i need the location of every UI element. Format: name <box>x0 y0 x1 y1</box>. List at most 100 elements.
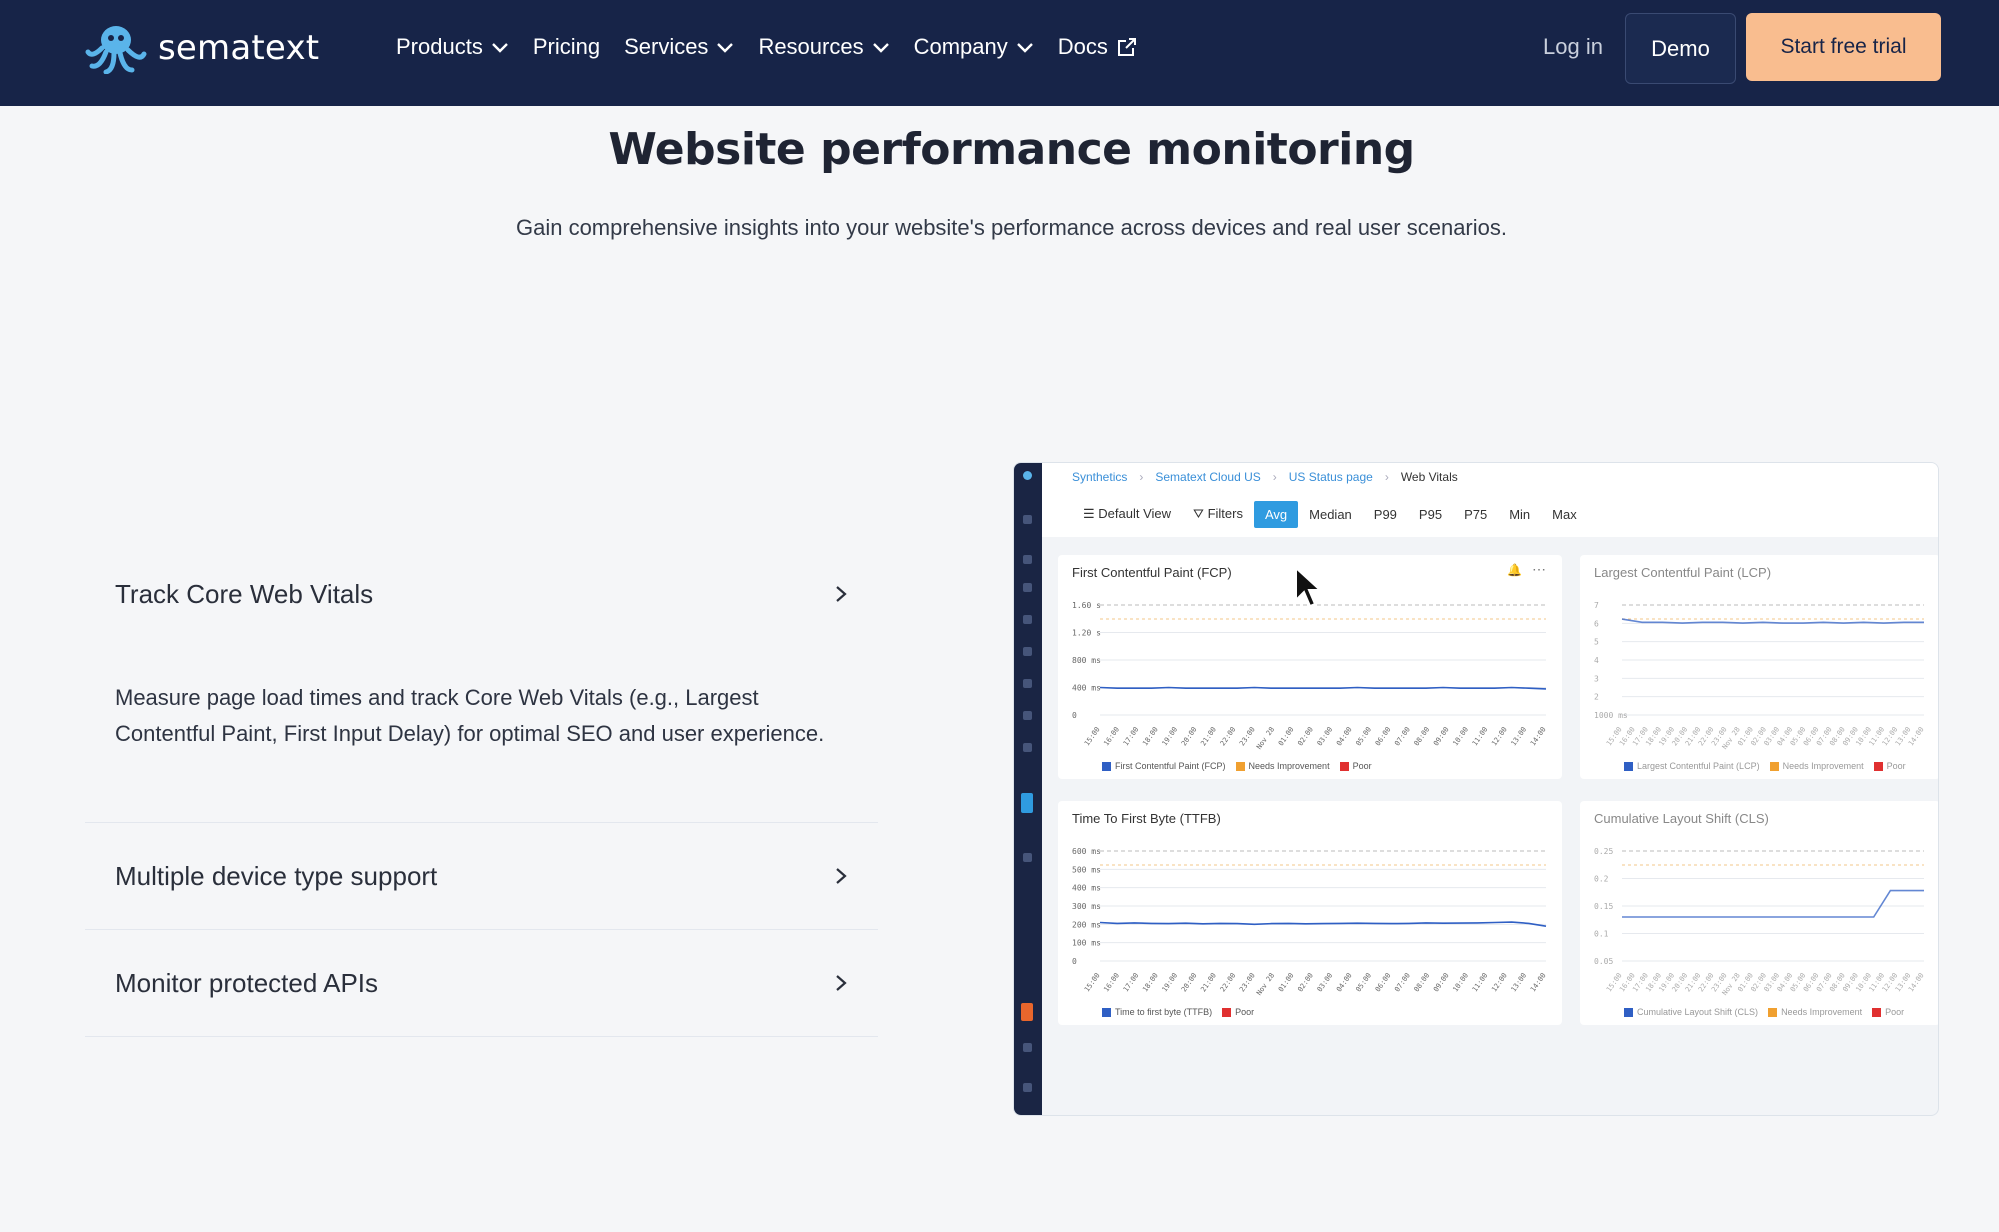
x-tick-label: 09:00 <box>1432 726 1451 748</box>
breadcrumb-separator: › <box>1384 470 1389 484</box>
breadcrumb-item[interactable]: US Status page <box>1289 470 1373 484</box>
legend-item[interactable]: Poor <box>1222 1007 1254 1017</box>
section-subtitle: Gain comprehensive insights into your we… <box>515 215 1507 240</box>
app-breadcrumb: Synthetics › Sematext Cloud US › US Stat… <box>1042 463 1938 491</box>
accordion-header[interactable]: Monitor protected APIs <box>85 930 878 1036</box>
legend-item[interactable]: Poor <box>1872 1007 1904 1017</box>
chart-lcp: 7654321000 ms15:0016:0017:0018:0019:0020… <box>1594 601 1926 751</box>
y-tick-label: 800 ms <box>1072 656 1101 665</box>
legend-item[interactable]: Time to first byte (TTFB) <box>1102 1007 1212 1017</box>
x-tick-label: 11:00 <box>1471 972 1490 994</box>
brand-logo[interactable]: sematext <box>84 22 319 74</box>
y-tick-label: 2 <box>1594 693 1599 702</box>
chart-legend: Cumulative Layout Shift (CLS) Needs Impr… <box>1624 1007 1904 1017</box>
agg-p75-tab[interactable]: P75 <box>1453 501 1498 528</box>
legend-item[interactable]: First Contentful Paint (FCP) <box>1102 761 1226 771</box>
nav-services[interactable]: Services <box>624 34 734 60</box>
legend-item[interactable]: Poor <box>1339 761 1372 771</box>
accordion-header[interactable]: Multiple device type support <box>85 823 878 929</box>
breadcrumb-item[interactable]: Synthetics <box>1072 470 1127 484</box>
nav-menu: Products Pricing Services Resources Comp… <box>396 34 1162 60</box>
x-tick-label: 03:00 <box>1316 726 1335 748</box>
nav-pricing[interactable]: Pricing <box>533 34 600 60</box>
x-tick-label: 16:00 <box>1102 972 1121 994</box>
x-tick-label: 21:00 <box>1199 972 1218 994</box>
start-free-trial-button[interactable]: Start free trial <box>1746 13 1941 81</box>
login-link[interactable]: Log in <box>1543 34 1603 60</box>
nav-products[interactable]: Products <box>396 34 509 60</box>
x-tick-label: 21:00 <box>1199 726 1218 748</box>
nav-services-label: Services <box>624 34 709 59</box>
sidebar-icon <box>1023 583 1032 592</box>
agg-p99-tab[interactable]: P99 <box>1363 501 1408 528</box>
x-tick-label: 08:00 <box>1413 726 1432 748</box>
x-tick-label: 03:00 <box>1316 972 1335 994</box>
legend-label: Poor <box>1235 1007 1255 1017</box>
y-tick-label: 0 <box>1072 957 1077 966</box>
default-view-button[interactable]: ☰ Default View <box>1072 500 1182 528</box>
nav-company[interactable]: Company <box>914 34 1034 60</box>
chevron-down-icon <box>872 43 889 53</box>
x-tick-label: 02:00 <box>1296 972 1315 994</box>
chart-ttfb: 600 ms 500 ms 400 ms 300 ms 200 ms 100 ms 0 15:… <box>1072 847 1548 997</box>
sidebar-alert-icon <box>1021 1003 1033 1021</box>
accordion-body: Measure page load times and track Core W… <box>115 685 825 746</box>
legend-label: Cumulative Layout Shift (CLS) <box>1637 1007 1759 1017</box>
y-tick-label: 0.1 <box>1594 930 1609 939</box>
breadcrumb-separator: › <box>1272 470 1277 484</box>
sidebar-icon <box>1023 555 1032 564</box>
y-tick-label: 100 ms <box>1072 939 1101 948</box>
chart-panel-cls: Cumulative Layout Shift (CLS) 0.25 0.2 0.1… <box>1580 801 1938 1025</box>
agg-avg-tab[interactable]: Avg <box>1253 500 1299 528</box>
x-tick-label: 12:00 <box>1490 726 1509 748</box>
sidebar-icon <box>1023 743 1032 752</box>
legend-item[interactable]: Poor <box>1873 761 1906 771</box>
octopus-logo-icon <box>85 26 147 74</box>
nav-docs[interactable]: Docs <box>1058 34 1138 60</box>
nav-resources[interactable]: Resources <box>758 34 889 60</box>
y-tick-label: 0.05 <box>1594 957 1613 966</box>
external-link-icon <box>1117 38 1136 56</box>
accordion-title: Track Core Web Vitals <box>115 578 374 609</box>
x-tick-label: 19:00 <box>1161 972 1180 994</box>
x-tick-label: 18:00 <box>1141 972 1160 994</box>
accordion-header[interactable]: Track Core Web Vitals <box>85 558 878 630</box>
app-sidebar <box>1014 463 1042 1115</box>
x-tick-label: 18:00 <box>1141 726 1160 748</box>
series-line <box>1621 618 1924 624</box>
x-tick-label: 23:00 <box>1238 726 1257 748</box>
legend-item[interactable]: Needs Improvement <box>1235 761 1330 771</box>
x-tick-label: 14:00 <box>1529 972 1548 994</box>
x-tick-label: 16:00 <box>1102 726 1121 748</box>
legend-label: Poor <box>1886 761 1906 771</box>
more-options-icon[interactable]: ⋯ <box>1532 561 1546 578</box>
x-tick-label: 09:00 <box>1432 972 1451 994</box>
x-tick-label: 06:00 <box>1374 726 1393 748</box>
filters-label: Filters <box>1207 506 1243 521</box>
y-tick-label: 300 ms <box>1072 902 1101 911</box>
legend-item[interactable]: Cumulative Layout Shift (CLS) <box>1624 1007 1758 1017</box>
breadcrumb-current: Web Vitals <box>1400 470 1458 484</box>
x-tick-label: 20:00 <box>1180 972 1199 994</box>
legend-item[interactable]: Needs Improvement <box>1768 1007 1862 1017</box>
agg-median-tab[interactable]: Median <box>1298 501 1363 528</box>
bell-icon[interactable]: 🔔 <box>1507 563 1522 577</box>
chevron-down-icon <box>717 43 734 53</box>
agg-p95-tab[interactable]: P95 <box>1408 501 1453 528</box>
nav-products-label: Products <box>396 34 483 59</box>
x-tick-label: 01:00 <box>1277 972 1296 994</box>
agg-max-tab[interactable]: Max <box>1541 501 1588 528</box>
legend-item[interactable]: Needs Improvement <box>1769 761 1864 771</box>
x-tick-label: 06:00 <box>1374 972 1393 994</box>
agg-min-tab[interactable]: Min <box>1498 501 1541 528</box>
x-tick-label: 22:00 <box>1219 972 1238 994</box>
product-screenshot: Synthetics › Sematext Cloud US › US Stat… <box>1013 462 1939 1116</box>
breadcrumb-item[interactable]: Sematext Cloud US <box>1155 470 1260 484</box>
sidebar-icon <box>1023 853 1032 862</box>
demo-button[interactable]: Demo <box>1625 13 1736 84</box>
filters-button[interactable]: ⛛ Filters <box>1182 500 1254 528</box>
legend-item[interactable]: Largest Contentful Paint (LCP) <box>1624 761 1760 771</box>
x-tick-label: 07:00 <box>1393 726 1412 748</box>
default-view-label: Default View <box>1098 506 1172 521</box>
y-tick-label: 6 <box>1594 619 1599 628</box>
